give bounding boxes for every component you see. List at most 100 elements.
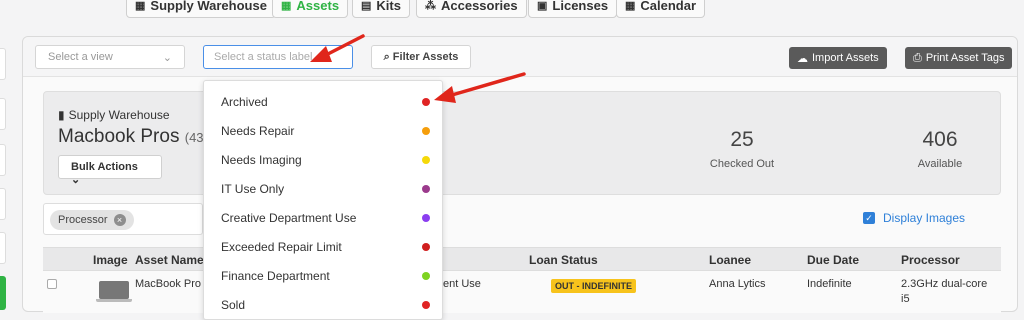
status-label-dropdown: Archived Needs Repair Needs Imaging IT U…	[203, 80, 443, 320]
briefcase-icon: ▤	[361, 0, 372, 12]
view-select[interactable]: Select a view ⌄	[35, 45, 185, 69]
stat-label: Checked Out	[709, 158, 775, 170]
bulk-actions-button[interactable]: Bulk Actions ⌄	[58, 155, 162, 186]
sidebar-tab-active[interactable]	[0, 276, 6, 310]
loanee[interactable]: Anna Lytics	[709, 278, 765, 290]
calendar-icon: ▦	[625, 0, 636, 12]
chevron-down-icon: ⌄	[71, 174, 81, 186]
chip-label: Processor	[58, 214, 108, 226]
title-text: Macbook Pros	[58, 126, 180, 147]
status-option-sold[interactable]: Sold	[204, 290, 444, 319]
stat-value: 406	[922, 128, 958, 151]
sidebar-tab[interactable]	[0, 98, 6, 130]
assets-panel: Select a view ⌄ Select a status label ⌕ …	[22, 36, 1018, 313]
column-header[interactable]: Loan Status	[529, 253, 598, 267]
nav-supply-warehouse[interactable]: ▦ Supply Warehouse	[126, 0, 276, 18]
table-row[interactable]: MacBook Pro ent Use OUT - INDEFINITE Ann…	[43, 271, 1001, 313]
asset-thumbnail[interactable]	[96, 281, 132, 302]
summary-card: ▮ Supply Warehouse Macbook Pros (43 Bulk…	[43, 91, 1001, 195]
checkbox-checked-icon[interactable]: ✓	[863, 212, 875, 224]
status-color-dot	[422, 127, 430, 135]
table-header: Image Asset Name Loan Status Loanee Due …	[43, 247, 1001, 271]
nav-label: Supply Warehouse	[150, 0, 267, 13]
status-option-label: Creative Department Use	[221, 211, 357, 225]
status-option-creative-department-use[interactable]: Creative Department Use	[204, 203, 444, 232]
status-option-label: Finance Department	[221, 269, 330, 283]
status-partial: ent Use	[443, 278, 481, 290]
status-color-dot	[422, 272, 430, 280]
status-color-dot	[422, 98, 430, 106]
sidebar-tab[interactable]	[0, 144, 6, 176]
status-option-label: Archived	[221, 95, 268, 109]
status-option-needs-repair[interactable]: Needs Repair	[204, 116, 444, 145]
due-date: Indefinite	[807, 278, 852, 290]
page-title: Macbook Pros (43	[58, 126, 204, 148]
status-label-input[interactable]: Select a status label	[203, 45, 353, 69]
status-option-label: Sold	[221, 298, 246, 312]
status-option-exceeded-repair-limit[interactable]: Exceeded Repair Limit	[204, 232, 444, 261]
sidebar-tab[interactable]	[0, 48, 6, 80]
status-option-archived[interactable]: Archived	[204, 87, 444, 116]
column-header[interactable]: Asset Name	[135, 253, 204, 267]
nav-label: Kits	[376, 0, 401, 13]
status-color-dot	[422, 156, 430, 164]
floppy-icon: ▣	[537, 0, 548, 12]
status-option-label: Exceeded Repair Limit	[221, 240, 342, 254]
status-color-dot	[422, 185, 430, 193]
nav-accessories[interactable]: ⁂ Accessories	[416, 0, 527, 18]
cubes-icon: ⁂	[425, 0, 436, 12]
view-select-placeholder: Select a view	[48, 51, 113, 63]
nav-label: Assets	[296, 0, 340, 13]
nav-calendar[interactable]: ▦ Calendar	[616, 0, 706, 18]
filter-chip-box[interactable]: Processor ×	[43, 203, 203, 235]
status-option-it-use-only[interactable]: IT Use Only	[204, 174, 444, 203]
processor-line1: 2.3GHz dual-core	[901, 278, 988, 290]
display-images-label: Display Images	[883, 211, 966, 225]
filter-assets-label: Filter Assets	[392, 51, 459, 63]
status-option-label: IT Use Only	[221, 182, 285, 196]
print-asset-tags-button[interactable]: ⎙ Print Asset Tags	[905, 47, 1013, 69]
filter-chip[interactable]: Processor ×	[50, 210, 134, 230]
import-assets-label: Import Assets	[812, 52, 879, 64]
close-icon[interactable]: ×	[113, 214, 126, 226]
printer-icon: ⎙	[913, 51, 922, 64]
column-header[interactable]: Processor	[901, 253, 960, 267]
status-input-placeholder: Select a status label	[214, 51, 313, 63]
nav-label: Calendar	[640, 0, 697, 13]
building-icon: ▦	[135, 0, 146, 12]
status-color-dot	[422, 214, 430, 222]
nav-label: Accessories	[441, 0, 518, 13]
nav-kits[interactable]: ▤ Kits	[352, 0, 410, 18]
sidebar-tab[interactable]	[0, 188, 6, 220]
status-color-dot	[422, 243, 430, 251]
stat-value: 25	[730, 128, 754, 151]
bulk-actions-label: Bulk Actions	[71, 161, 138, 173]
status-option-needs-imaging[interactable]: Needs Imaging	[204, 145, 444, 174]
sidebar-tab[interactable]	[0, 232, 6, 264]
cloud-upload-icon: ☁	[797, 52, 808, 65]
status-option-finance-department[interactable]: Finance Department	[204, 261, 444, 290]
left-sidebar	[0, 36, 16, 312]
filter-assets-button[interactable]: ⌕ Filter Assets	[371, 45, 471, 69]
nav-licenses[interactable]: ▣ Licenses	[528, 0, 618, 18]
row-checkbox[interactable]	[47, 279, 57, 289]
nav-assets[interactable]: ▦ Assets	[272, 0, 349, 18]
building-icon: ▮	[58, 108, 65, 122]
warehouse-name: Supply Warehouse	[68, 108, 170, 122]
loan-status-badge: OUT - INDEFINITE	[551, 279, 636, 293]
status-option-label: Needs Imaging	[221, 153, 302, 167]
column-header[interactable]: Due Date	[807, 253, 859, 267]
filter-row: Processor × ✓ Display Images	[43, 203, 1001, 235]
import-assets-button[interactable]: ☁ Import Assets	[789, 47, 887, 69]
warehouse-label: ▮ Supply Warehouse	[58, 108, 170, 122]
asset-name[interactable]: MacBook Pro	[135, 278, 201, 290]
chevron-down-icon: ⌄	[162, 52, 172, 64]
search-icon: ⌕	[383, 51, 390, 63]
stat-available: 406 Available	[880, 128, 1000, 170]
column-header[interactable]: Loanee	[709, 253, 751, 267]
toolbar: Select a view ⌄ Select a status label ⌕ …	[23, 37, 1017, 77]
column-header[interactable]: Image	[93, 253, 128, 267]
top-navigation: ▦ Supply Warehouse ▦ Assets ▤ Kits ⁂ Acc…	[0, 0, 1024, 22]
display-images-toggle[interactable]: ✓ Display Images	[863, 211, 965, 225]
status-option-label: Needs Repair	[221, 124, 295, 138]
